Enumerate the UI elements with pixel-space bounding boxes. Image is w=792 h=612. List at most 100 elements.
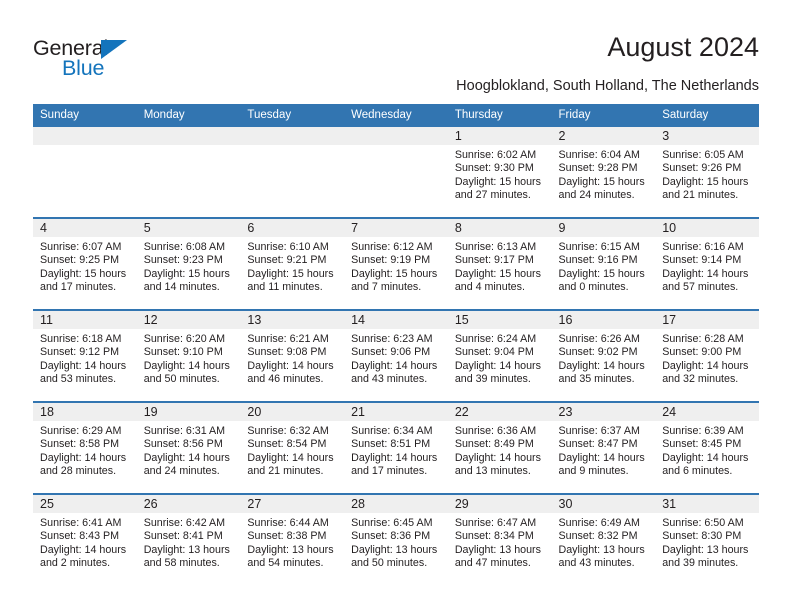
sunrise-time: Sunrise: 6:29 AM — [40, 425, 122, 437]
column-header-wednesday: Wednesday — [344, 104, 448, 127]
sunset-time: Sunset: 9:19 PM — [351, 254, 431, 267]
daylight-duration-line-1: Daylight: 14 hours — [558, 359, 645, 372]
day-cell-content: 13 Sunrise: 6:21 AM Sunset: 9:08 PM Dayligh… — [240, 311, 345, 399]
calendar-day-cell[interactable]: 15 Sunrise: 6:24 AM Sunset: 9:04 PM Dayligh… — [447, 309, 552, 402]
day-cell-content: 6 Sunrise: 6:10 AM Sunset: 9:21 PM Daylight… — [240, 219, 345, 307]
sunset-time: Sunset: 8:34 PM — [454, 530, 534, 543]
daylight-duration-line-1: Daylight: 13 hours — [558, 543, 645, 556]
sunrise-time: Sunrise: 6:23 AM — [351, 333, 433, 345]
day-details: Sunrise: 6:45 AM Sunset: 8:36 PM Daylight:… — [344, 513, 448, 571]
calendar-day-cell[interactable]: 3 Sunrise: 6:05 AM Sunset: 9:26 PM Daylight… — [655, 127, 759, 218]
day-cell-content: 11 Sunrise: 6:18 AM Sunset: 9:12 PM Dayligh… — [33, 311, 137, 399]
sunrise-time: Sunrise: 6:49 AM — [558, 517, 640, 529]
calendar-day-cell[interactable]: 29 Sunrise: 6:47 AM Sunset: 8:34 PM Dayligh… — [447, 493, 552, 585]
calendar-day-cell[interactable]: 4 Sunrise: 6:07 AM Sunset: 9:25 PM Daylight… — [33, 217, 137, 310]
calendar-day-cell[interactable]: 9 Sunrise: 6:15 AM Sunset: 9:16 PM Daylight… — [551, 217, 656, 310]
day-details: Sunrise: 6:41 AM Sunset: 8:43 PM Daylight:… — [33, 513, 137, 571]
daylight-duration-line-1: Daylight: 14 hours — [662, 267, 749, 280]
calendar-day-cell[interactable]: 23 Sunrise: 6:37 AM Sunset: 8:47 PM Dayligh… — [551, 401, 656, 494]
daylight-duration-line-1: Daylight: 14 hours — [662, 359, 749, 372]
calendar-day-cell[interactable]: 8 Sunrise: 6:13 AM Sunset: 9:17 PM Daylight… — [447, 217, 552, 310]
calendar-day-cell[interactable]: 14 Sunrise: 6:23 AM Sunset: 9:06 PM Dayligh… — [344, 309, 448, 402]
calendar-day-cell[interactable]: 11 Sunrise: 6:18 AM Sunset: 9:12 PM Dayligh… — [33, 309, 137, 402]
daylight-duration-line-2: and 27 minutes. — [454, 189, 531, 202]
day-cell-content: 21 Sunrise: 6:34 AM Sunset: 8:51 PM Dayligh… — [344, 403, 448, 491]
calendar-day-cell[interactable]: 20 Sunrise: 6:32 AM Sunset: 8:54 PM Dayligh… — [240, 401, 345, 494]
calendar-day-cell[interactable]: 25 Sunrise: 6:41 AM Sunset: 8:43 PM Dayligh… — [33, 493, 137, 585]
day-details: Sunrise: 6:28 AM Sunset: 9:00 PM Daylight:… — [655, 329, 759, 387]
day-number — [344, 127, 448, 145]
day-number: 24 — [655, 403, 759, 421]
calendar-day-cell[interactable]: 26 Sunrise: 6:42 AM Sunset: 8:41 PM Dayligh… — [136, 493, 241, 585]
day-cell-content: 28 Sunrise: 6:45 AM Sunset: 8:36 PM Dayligh… — [344, 495, 448, 583]
day-cell-content: 20 Sunrise: 6:32 AM Sunset: 8:54 PM Dayligh… — [240, 403, 345, 491]
day-cell-content: 18 Sunrise: 6:29 AM Sunset: 8:58 PM Dayligh… — [33, 403, 137, 491]
calendar-day-cell[interactable]: 10 Sunrise: 6:16 AM Sunset: 9:14 PM Dayligh… — [655, 217, 759, 310]
day-number: 23 — [551, 403, 656, 421]
daylight-duration-line-2: and 57 minutes. — [662, 281, 739, 294]
sunrise-time: Sunrise: 6:47 AM — [454, 517, 537, 529]
calendar-day-cell[interactable]: 22 Sunrise: 6:36 AM Sunset: 8:49 PM Dayligh… — [447, 401, 552, 494]
sunrise-time: Sunrise: 6:15 AM — [558, 241, 640, 253]
daylight-duration-line-2: and 32 minutes. — [662, 373, 739, 386]
sunset-time: Sunset: 8:38 PM — [247, 530, 327, 543]
calendar-day-cell[interactable]: 2 Sunrise: 6:04 AM Sunset: 9:28 PM Daylight… — [551, 127, 656, 218]
calendar-day-cell[interactable]: 30 Sunrise: 6:49 AM Sunset: 8:32 PM Dayligh… — [551, 493, 656, 585]
calendar-day-cell[interactable]: 13 Sunrise: 6:21 AM Sunset: 9:08 PM Dayligh… — [240, 309, 345, 402]
calendar-day-cell[interactable]: 7 Sunrise: 6:12 AM Sunset: 9:19 PM Daylight… — [344, 217, 448, 310]
calendar-day-cell[interactable]: 28 Sunrise: 6:45 AM Sunset: 8:36 PM Dayligh… — [344, 493, 448, 585]
daylight-duration-line-1: Daylight: 15 hours — [454, 175, 541, 188]
day-cell-content: 31 Sunrise: 6:50 AM Sunset: 8:30 PM Dayligh… — [655, 495, 759, 583]
daylight-duration-line-1: Daylight: 14 hours — [143, 359, 230, 372]
daylight-duration-line-1: Daylight: 14 hours — [351, 451, 438, 464]
daylight-duration-line-2: and 21 minutes. — [247, 465, 324, 478]
calendar-day-cell[interactable]: 19 Sunrise: 6:31 AM Sunset: 8:56 PM Dayligh… — [136, 401, 241, 494]
calendar-day-cell[interactable]: 24 Sunrise: 6:39 AM Sunset: 8:45 PM Dayligh… — [655, 401, 759, 494]
calendar-day-cell[interactable]: 17 Sunrise: 6:28 AM Sunset: 9:00 PM Dayligh… — [655, 309, 759, 402]
sunset-time: Sunset: 8:41 PM — [143, 530, 223, 543]
day-cell-content: 27 Sunrise: 6:44 AM Sunset: 8:38 PM Dayligh… — [240, 495, 345, 583]
sunset-time: Sunset: 9:16 PM — [558, 254, 638, 267]
sunrise-time: Sunrise: 6:10 AM — [247, 241, 329, 253]
day-number: 22 — [447, 403, 552, 421]
sunset-time: Sunset: 8:49 PM — [454, 438, 534, 451]
sunset-time: Sunset: 9:00 PM — [662, 346, 742, 359]
sunset-time: Sunset: 8:45 PM — [662, 438, 742, 451]
day-details: Sunrise: 6:32 AM Sunset: 8:54 PM Daylight:… — [240, 421, 344, 479]
calendar-day-cell[interactable]: 18 Sunrise: 6:29 AM Sunset: 8:58 PM Dayligh… — [33, 401, 137, 494]
daylight-duration-line-1: Daylight: 13 hours — [454, 543, 541, 556]
calendar-day-cell[interactable]: 31 Sunrise: 6:50 AM Sunset: 8:30 PM Dayligh… — [655, 493, 759, 585]
calendar-day-cell[interactable]: 21 Sunrise: 6:34 AM Sunset: 8:51 PM Dayligh… — [344, 401, 448, 494]
sunrise-time: Sunrise: 6:31 AM — [143, 425, 226, 437]
daylight-duration-line-2: and 50 minutes. — [143, 373, 220, 386]
calendar-cell-empty — [136, 127, 241, 218]
calendar-day-cell[interactable]: 27 Sunrise: 6:44 AM Sunset: 8:38 PM Dayligh… — [240, 493, 345, 585]
day-cell-content: 3 Sunrise: 6:05 AM Sunset: 9:26 PM Daylight… — [655, 127, 759, 215]
day-number — [33, 127, 137, 145]
day-cell-content: 24 Sunrise: 6:39 AM Sunset: 8:45 PM Dayligh… — [655, 403, 759, 491]
sunset-time: Sunset: 9:21 PM — [247, 254, 327, 267]
brand-logo[interactable]: General Blue — [33, 36, 213, 84]
calendar-day-cell[interactable]: 16 Sunrise: 6:26 AM Sunset: 9:02 PM Dayligh… — [551, 309, 656, 402]
day-details: Sunrise: 6:10 AM Sunset: 9:21 PM Daylight:… — [240, 237, 344, 295]
sunrise-time: Sunrise: 6:44 AM — [247, 517, 329, 529]
daylight-duration-line-1: Daylight: 14 hours — [247, 359, 334, 372]
column-header-sunday: Sunday — [33, 104, 137, 127]
calendar-day-cell[interactable]: 6 Sunrise: 6:10 AM Sunset: 9:21 PM Daylight… — [240, 217, 345, 310]
day-cell-content: 25 Sunrise: 6:41 AM Sunset: 8:43 PM Dayligh… — [33, 495, 137, 583]
day-number: 19 — [136, 403, 241, 421]
day-number — [240, 127, 345, 145]
day-details: Sunrise: 6:02 AM Sunset: 9:30 PM Daylight:… — [448, 145, 552, 203]
sunrise-time: Sunrise: 6:18 AM — [40, 333, 122, 345]
day-details: Sunrise: 6:47 AM Sunset: 8:34 PM Daylight:… — [448, 513, 552, 571]
calendar-page: General Blue August 2024 Hoogblokland, S… — [0, 0, 792, 612]
day-cell-content — [240, 127, 345, 215]
calendar-day-cell[interactable]: 12 Sunrise: 6:20 AM Sunset: 9:10 PM Dayligh… — [136, 309, 241, 402]
calendar-day-cell[interactable]: 1 Sunrise: 6:02 AM Sunset: 9:30 PM Daylight… — [447, 127, 552, 218]
day-details: Sunrise: 6:24 AM Sunset: 9:04 PM Daylight:… — [448, 329, 552, 387]
daylight-duration-line-1: Daylight: 15 hours — [40, 267, 127, 280]
sunset-time: Sunset: 8:47 PM — [558, 438, 638, 451]
sunrise-time: Sunrise: 6:37 AM — [558, 425, 640, 437]
daylight-duration-line-1: Daylight: 13 hours — [143, 543, 230, 556]
calendar-day-cell[interactable]: 5 Sunrise: 6:08 AM Sunset: 9:23 PM Daylight… — [136, 217, 241, 310]
